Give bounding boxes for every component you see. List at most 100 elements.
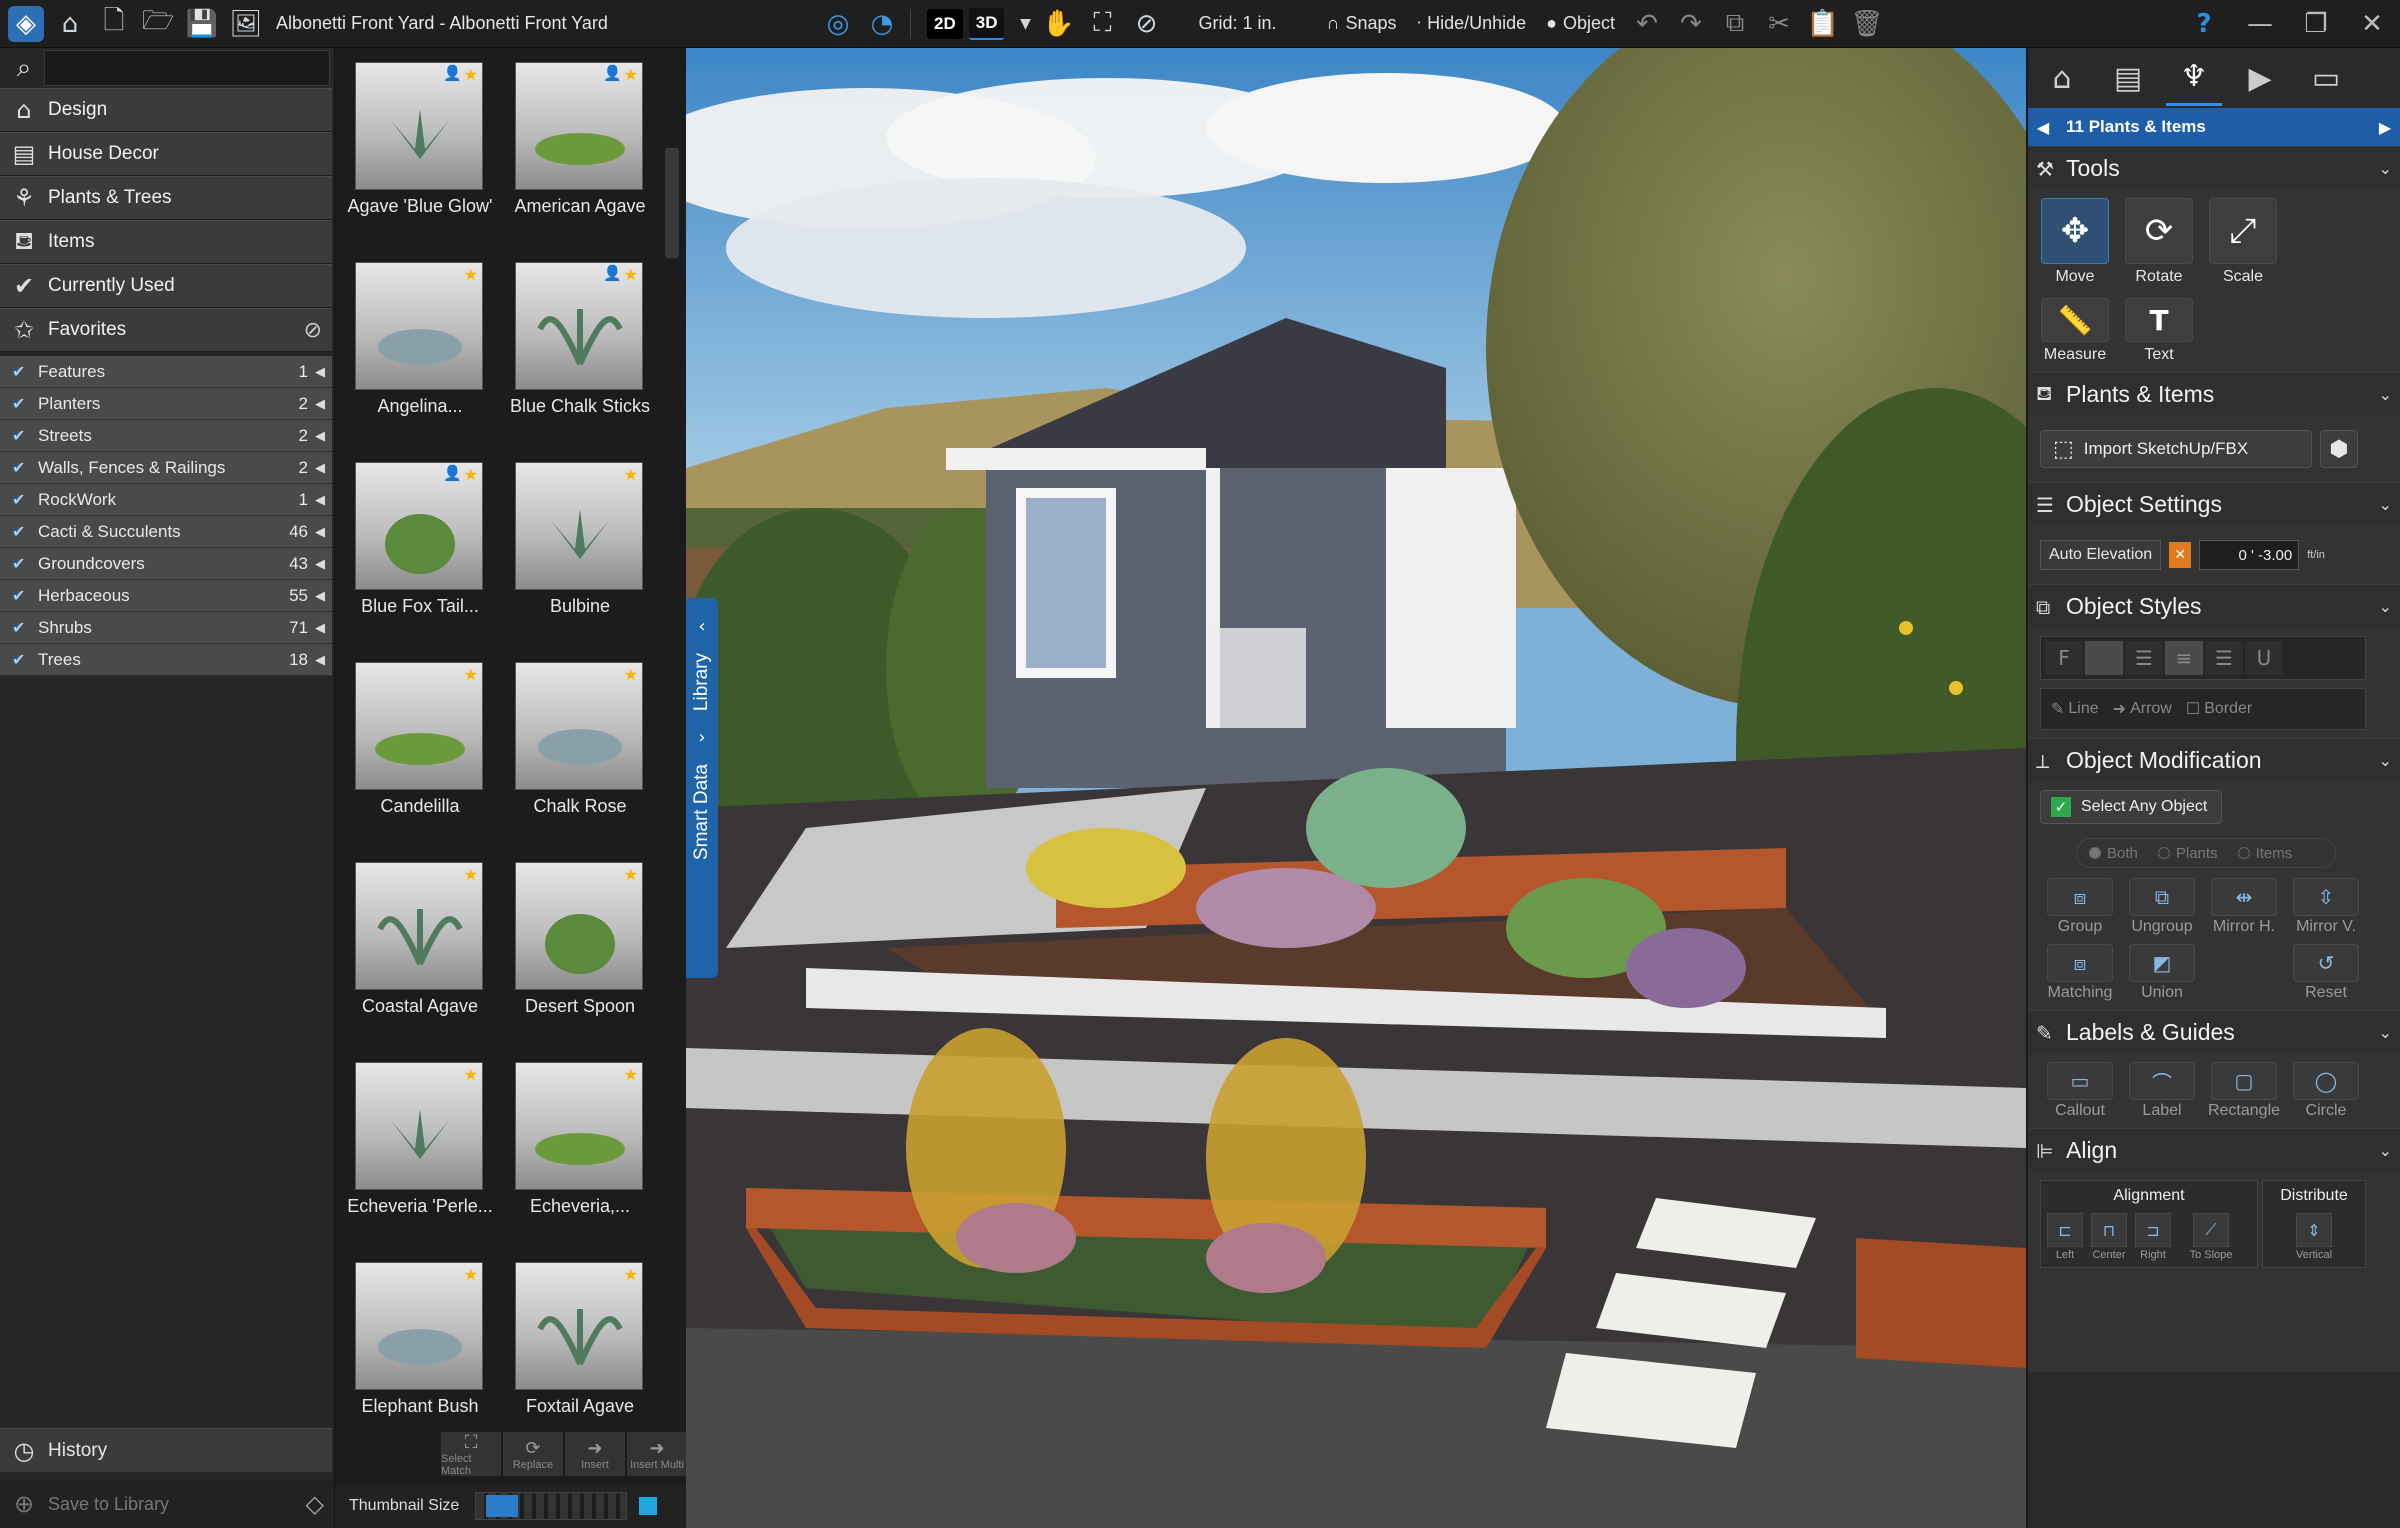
filter-row[interactable]: ✔ Features 1 ◀	[0, 356, 332, 388]
filter-row[interactable]: ✔ Cacti & Succulents 46 ◀	[0, 516, 332, 548]
paste-icon[interactable]: 📋	[1805, 6, 1841, 42]
snaps-toggle[interactable]: ∩ Snaps	[1327, 13, 1397, 34]
label-tool-callout[interactable]: ▭ Callout	[2040, 1062, 2120, 1120]
plant-thumbnail[interactable]: 👤 ★	[515, 262, 643, 390]
library-item[interactable]: ★ Candelilla	[341, 662, 501, 857]
open-folder-icon[interactable]: 🗁	[140, 6, 176, 42]
hide-unhide-toggle[interactable]: ᐧ Hide/Unhide	[1416, 13, 1526, 34]
star-icon[interactable]: ★	[464, 65, 478, 84]
checkbox-checked-icon[interactable]: ✔	[12, 523, 28, 540]
align-right-button[interactable]: ⊐ Right	[2135, 1213, 2171, 1261]
filter-row[interactable]: ✔ Groundcovers 43 ◀	[0, 548, 332, 580]
video-tab-icon[interactable]: ▶	[2232, 50, 2288, 106]
tab-library[interactable]: Library	[691, 653, 713, 711]
chevron-down-icon[interactable]: ⌄	[2379, 159, 2392, 178]
checkbox-checked-icon[interactable]: ✔	[12, 619, 28, 636]
distribute-vertical-button[interactable]: ⇕ Vertical	[2296, 1213, 2332, 1261]
label-tool-rectangle[interactable]: ▢ Rectangle	[2204, 1062, 2284, 1120]
tools-section-header[interactable]: ⚒ Tools ⌄	[2028, 146, 2400, 190]
slider-knob[interactable]	[486, 1495, 519, 1517]
grid-setting[interactable]: Grid: 1 in.	[1198, 13, 1276, 34]
radio-items[interactable]: Items	[2237, 845, 2292, 862]
auto-elevation-off-icon[interactable]: ✕	[2169, 542, 2192, 568]
search-input[interactable]	[44, 50, 330, 86]
checkbox-checked-icon[interactable]: ✔	[12, 587, 28, 604]
object-styles-section-header[interactable]: ⧉ Object Styles ⌄	[2028, 584, 2400, 628]
fill-color-swatch[interactable]	[2085, 641, 2123, 675]
plant-thumbnail[interactable]: ★	[515, 462, 643, 590]
filter-row[interactable]: ✔ Planters 2 ◀	[0, 388, 332, 420]
building-tab-icon[interactable]: ⌂	[2034, 50, 2090, 106]
filter-row[interactable]: ✔ Walls, Fences & Railings 2 ◀	[0, 452, 332, 484]
border-button[interactable]: ☐ Border	[2180, 693, 2258, 725]
label-tool-circle[interactable]: ◯ Circle	[2286, 1062, 2366, 1120]
star-icon[interactable]: ★	[624, 665, 638, 684]
library-item[interactable]: 👤 ★ Blue Chalk Sticks	[501, 262, 661, 457]
checkbox-checked-icon[interactable]: ✔	[12, 459, 28, 476]
align-left-icon[interactable]: ☰	[2125, 641, 2163, 675]
category-favorites[interactable]: ✩ Favorites ⊘	[0, 308, 332, 352]
next-arrow-icon[interactable]: ▶	[2370, 118, 2400, 137]
move-tool[interactable]: ✥ Move	[2040, 198, 2110, 286]
target-icon[interactable]: ◎	[820, 6, 856, 42]
radio-plants[interactable]: Plants	[2157, 845, 2218, 862]
line-button[interactable]: ✎ Line	[2045, 693, 2105, 725]
plant-thumbnail[interactable]: 👤 ★	[355, 462, 483, 590]
plant-thumbnail[interactable]: ★	[515, 862, 643, 990]
plant-thumbnail[interactable]: ★	[515, 1262, 643, 1390]
scale-tool[interactable]: ⤢ Scale	[2208, 198, 2278, 286]
radio-both[interactable]: Both	[2089, 845, 2138, 862]
expand-arrow-icon[interactable]: ◀	[308, 492, 332, 508]
library-item[interactable]: ★ Angelina...	[341, 262, 501, 457]
star-icon[interactable]: ★	[464, 1265, 478, 1284]
plants-items-tab-icon[interactable]: ♆	[2166, 50, 2222, 106]
align-center-button[interactable]: ⊓ Center	[2091, 1213, 2127, 1261]
filter-row[interactable]: ✔ Herbaceous 55 ◀	[0, 580, 332, 612]
checkbox-checked-icon[interactable]: ✔	[12, 427, 28, 444]
chevron-down-icon[interactable]: ⌄	[2379, 495, 2392, 514]
plant-thumbnail[interactable]: ★	[355, 1262, 483, 1390]
expand-arrow-icon[interactable]: ◀	[308, 396, 332, 412]
expand-arrow-icon[interactable]: ◀	[308, 588, 332, 604]
presentation-tab-icon[interactable]: ▭	[2298, 50, 2354, 106]
mod-ungroupbutton[interactable]: ⧉ Ungroup	[2122, 878, 2202, 936]
plant-thumbnail[interactable]: ★	[515, 662, 643, 790]
home-icon[interactable]: ⌂	[52, 6, 88, 42]
star-icon[interactable]: ★	[624, 265, 638, 284]
3d-warehouse-icon[interactable]: ⬢	[2320, 430, 2358, 468]
library-item[interactable]: 👤 ★ American Agave	[501, 62, 661, 257]
new-file-icon[interactable]: 🗋	[96, 6, 132, 42]
history-button[interactable]: ◷ History	[0, 1428, 332, 1472]
expand-arrow-icon[interactable]: ◀	[308, 460, 332, 476]
expand-right-icon[interactable]: ›	[698, 727, 705, 748]
expand-arrow-icon[interactable]: ◀	[308, 556, 332, 572]
library-item[interactable]: ★ Desert Spoon	[501, 862, 661, 1057]
label-tool-label[interactable]: ⌒ Label	[2122, 1062, 2202, 1120]
checkbox-checked-icon[interactable]: ✔	[12, 363, 28, 380]
mod-matchingbutton[interactable]: ⧈ Matching	[2040, 944, 2120, 1002]
expand-arrow-icon[interactable]: ◀	[308, 428, 332, 444]
minimize-icon[interactable]: —	[2236, 6, 2284, 42]
chevron-down-icon[interactable]: ⌄	[2379, 1023, 2392, 1042]
mod-mirror-v-button[interactable]: ⇳ Mirror V.	[2286, 878, 2366, 936]
category-items[interactable]: ⛾ Items	[0, 220, 332, 264]
copy-icon[interactable]: ⧉	[1717, 6, 1753, 42]
undo-icon[interactable]: ↶	[1629, 6, 1665, 42]
3d-viewport[interactable]: ‹ Library › Smart Data	[686, 48, 2026, 1528]
dropdown-arrow-icon[interactable]: ▼	[1018, 6, 1032, 42]
mod-resetbutton[interactable]: ↺ Reset	[2286, 944, 2366, 1002]
category-currently-used[interactable]: ✔ Currently Used	[0, 264, 332, 308]
chevron-down-icon[interactable]: ⌄	[2379, 597, 2392, 616]
arrow-button[interactable]: ➜ Arrow	[2107, 693, 2178, 725]
library-action-select-match[interactable]: ⛶ Select Match	[441, 1432, 501, 1477]
object-toggle[interactable]: ● Object	[1546, 13, 1615, 34]
collapse-left-icon[interactable]: ‹	[698, 616, 705, 637]
to-slope-button[interactable]: ⟋ To Slope	[2190, 1213, 2232, 1261]
mode-2d-button[interactable]: 2D	[927, 8, 963, 39]
font-icon[interactable]: F	[2045, 641, 2083, 675]
help-icon[interactable]: ?	[2180, 6, 2228, 42]
filter-row[interactable]: ✔ Streets 2 ◀	[0, 420, 332, 452]
checkbox-checked-icon[interactable]: ✔	[12, 651, 28, 668]
category-plants-trees[interactable]: ⚘ Plants & Trees	[0, 176, 332, 220]
category-design[interactable]: ⌂ Design	[0, 88, 332, 132]
